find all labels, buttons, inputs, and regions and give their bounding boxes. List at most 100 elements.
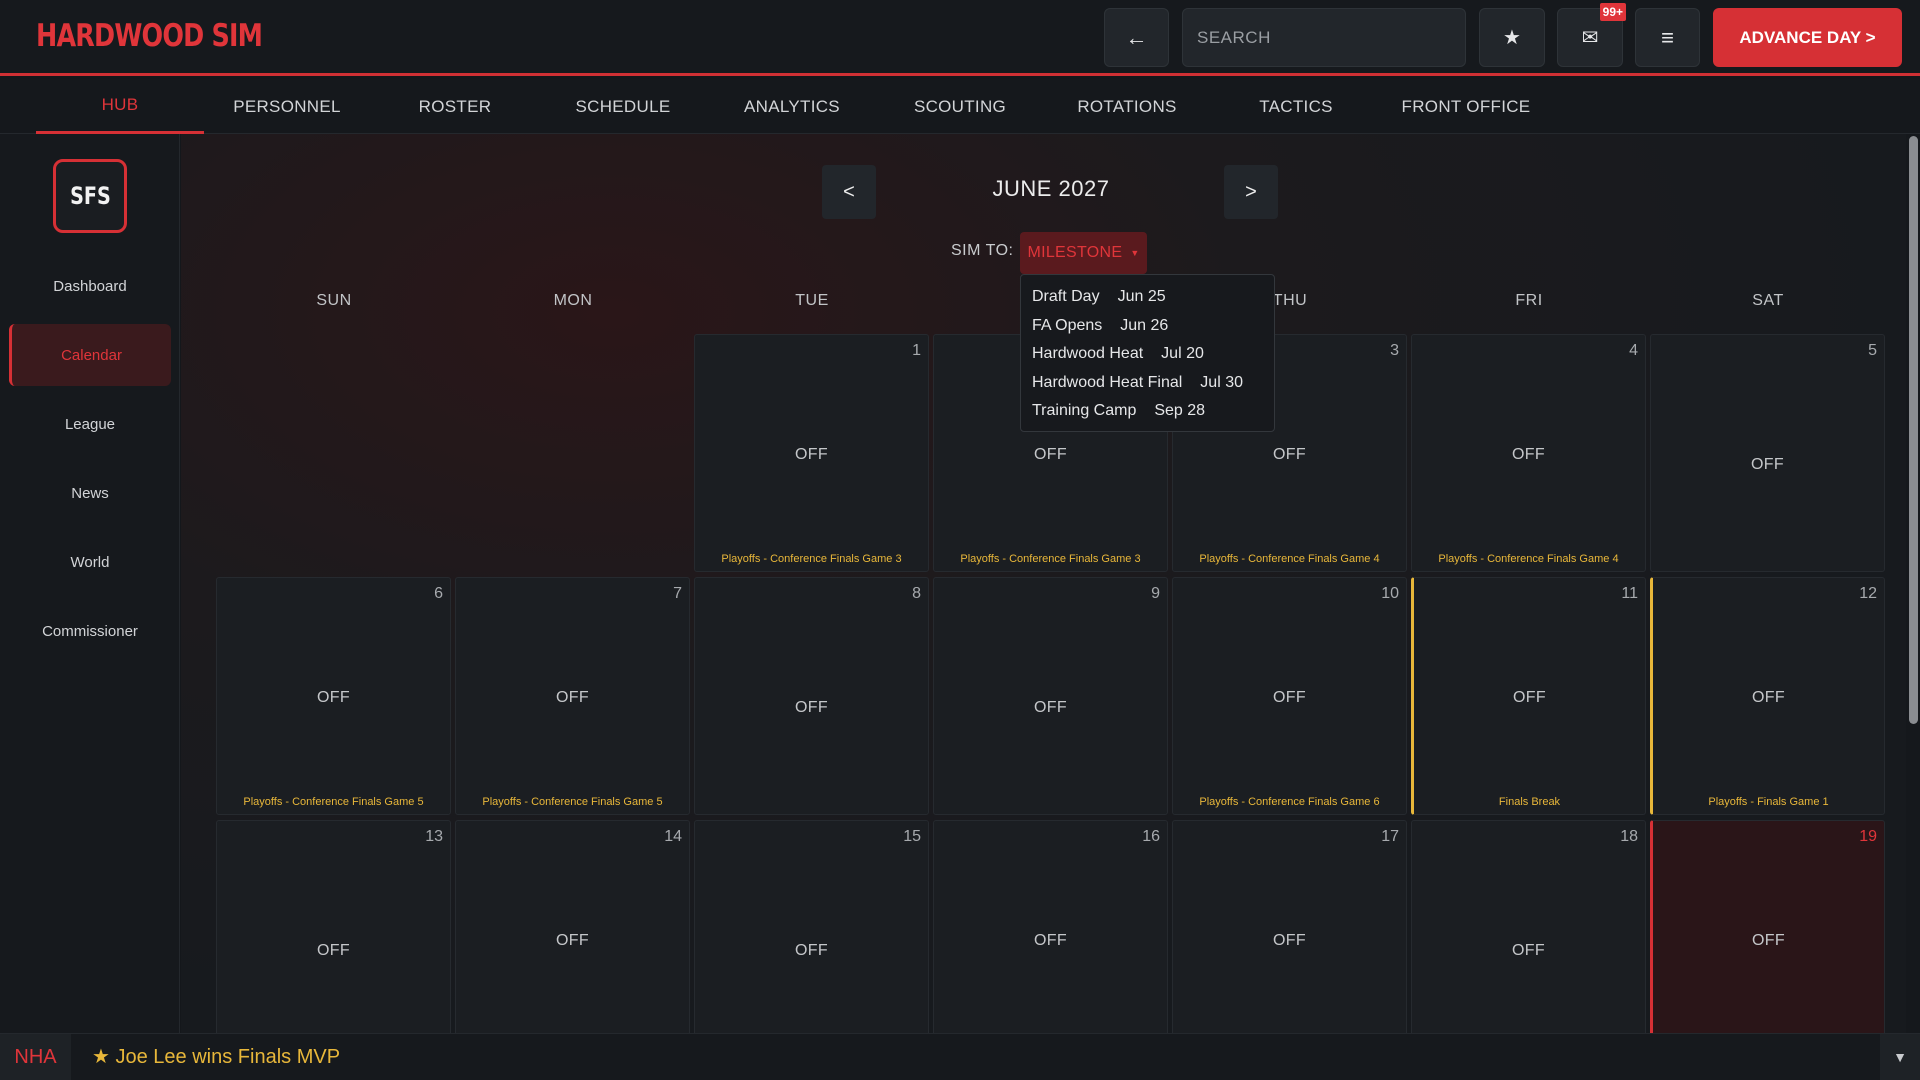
main-nav: HUB PERSONNEL ROSTER SCHEDULE ANALYTICS …: [0, 79, 1920, 134]
day-status: OFF: [1273, 689, 1306, 706]
calendar-day[interactable]: 7 OFF Playoffs - Conference Finals Game …: [455, 577, 690, 815]
milestone-option[interactable]: Draft Day Jun 25: [1032, 283, 1263, 312]
day-status: OFF: [317, 689, 350, 706]
calendar-day[interactable]: 16 OFF: [933, 820, 1168, 1033]
tab-tactics[interactable]: TACTICS: [1218, 79, 1374, 134]
next-month-button[interactable]: >: [1224, 165, 1278, 219]
milestone-name: Hardwood Heat Final: [1032, 373, 1183, 391]
tab-roster[interactable]: ROSTER: [370, 79, 540, 134]
milestone-option[interactable]: Hardwood Heat Final Jul 30: [1032, 369, 1263, 398]
search-placeholder: SEARCH: [1197, 27, 1271, 47]
top-bar: HARDWOOD SIM ← SEARCH ★ ✉ 99+ ≡ ADVANCE …: [0, 0, 1920, 76]
weekday-header-sat: SAT: [1752, 292, 1784, 309]
search-input[interactable]: SEARCH: [1182, 8, 1466, 67]
calendar-day[interactable]: 4 OFF Playoffs - Conference Finals Game …: [1411, 334, 1646, 572]
day-status: OFF: [1034, 932, 1067, 949]
milestone-option[interactable]: FA Opens Jun 26: [1032, 312, 1263, 341]
day-event: Playoffs - Conference Finals Game 3: [721, 553, 902, 565]
day-number: 13: [425, 828, 443, 845]
day-number: 11: [1621, 585, 1638, 602]
main-scrollbar[interactable]: [1906, 134, 1920, 1033]
day-status: OFF: [556, 689, 589, 706]
tab-front-office[interactable]: FRONT OFFICE: [1382, 79, 1550, 134]
day-number: 18: [1620, 828, 1638, 845]
day-status: OFF: [1752, 932, 1785, 949]
milestone-name: Draft Day: [1032, 288, 1100, 306]
calendar-day[interactable]: 5 OFF: [1650, 334, 1885, 572]
day-number: 14: [664, 828, 682, 845]
tab-hub[interactable]: HUB: [36, 79, 204, 134]
day-event: Playoffs - Conference Finals Game 4: [1199, 553, 1380, 565]
milestone-option[interactable]: Training Camp Sep 28: [1032, 397, 1263, 426]
inbox-button[interactable]: ✉ 99+: [1557, 3, 1626, 67]
milestone-name: Hardwood Heat: [1032, 345, 1144, 363]
calendar-day[interactable]: 1 OFF Playoffs - Conference Finals Game …: [694, 334, 929, 572]
day-event: Playoffs - Finals Game 1: [1708, 796, 1829, 808]
sidebar: SFS Dashboard Calendar League News World…: [0, 134, 180, 1033]
calendar-day[interactable]: 12 OFF Playoffs - Finals Game 1: [1650, 577, 1885, 815]
ticker-headline[interactable]: ★ Joe Lee wins Finals MVP: [92, 1044, 340, 1069]
favorites-button[interactable]: ★: [1479, 8, 1545, 67]
sidebar-item-world[interactable]: World: [9, 531, 171, 593]
day-status: OFF: [795, 446, 828, 463]
app-logo[interactable]: HARDWOOD SIM: [36, 18, 263, 54]
day-event: Playoffs - Conference Finals Game 5: [243, 796, 424, 808]
day-number: 4: [1629, 342, 1638, 359]
sidebar-item-calendar[interactable]: Calendar: [9, 324, 171, 386]
tab-scouting[interactable]: SCOUTING: [884, 79, 1036, 134]
calendar-day[interactable]: 11 OFF Finals Break: [1411, 577, 1646, 815]
calendar-day[interactable]: 8 OFF: [694, 577, 929, 815]
sidebar-item-league[interactable]: League: [9, 393, 171, 455]
team-logo[interactable]: SFS: [53, 159, 127, 233]
sidebar-item-news[interactable]: News: [9, 462, 171, 524]
prev-month-button[interactable]: <: [822, 165, 876, 219]
day-status: OFF: [1034, 699, 1067, 716]
day-number: 3: [1390, 342, 1399, 359]
day-status: OFF: [1512, 942, 1545, 959]
chevron-down-icon: ▼: [1893, 1049, 1907, 1065]
calendar-day[interactable]: 17 OFF: [1172, 820, 1407, 1033]
day-number: 7: [673, 585, 682, 602]
day-number: 12: [1859, 585, 1877, 602]
month-title: JUNE 2027: [992, 176, 1110, 201]
calendar-day[interactable]: 18 OFF: [1411, 820, 1646, 1033]
calendar-day[interactable]: 9 OFF: [933, 577, 1168, 815]
tab-personnel[interactable]: PERSONNEL: [210, 79, 364, 134]
day-number: 19: [1859, 828, 1877, 845]
caret-down-icon: ▼: [1130, 248, 1140, 258]
weekday-header-tue: TUE: [795, 292, 829, 309]
milestone-date: Jul 30: [1200, 373, 1243, 391]
day-status: OFF: [317, 942, 350, 959]
sidebar-item-commissioner[interactable]: Commissioner: [9, 600, 171, 662]
tab-analytics[interactable]: ANALYTICS: [708, 79, 876, 134]
day-status: OFF: [1273, 446, 1306, 463]
scrollbar-thumb[interactable]: [1909, 136, 1918, 724]
milestone-date: Jun 26: [1120, 316, 1169, 334]
sim-to-select[interactable]: MILESTONE ▼: [1020, 232, 1147, 274]
tab-schedule[interactable]: SCHEDULE: [548, 79, 698, 134]
day-number: 10: [1381, 585, 1399, 602]
calendar-day[interactable]: 13 OFF: [216, 820, 451, 1033]
unread-badge: 99+: [1599, 3, 1626, 21]
calendar-day-today[interactable]: 19 OFF: [1650, 820, 1885, 1033]
calendar-day[interactable]: 6 OFF Playoffs - Conference Finals Game …: [216, 577, 451, 815]
league-tag[interactable]: NHA: [0, 1034, 71, 1080]
calendar-day[interactable]: 15 OFF: [694, 820, 929, 1033]
milestone-option[interactable]: Hardwood Heat Jul 20: [1032, 340, 1263, 369]
day-status: OFF: [795, 699, 828, 716]
calendar-day[interactable]: 10 OFF Playoffs - Conference Finals Game…: [1172, 577, 1407, 815]
back-button[interactable]: ←: [1104, 8, 1169, 67]
advance-day-button[interactable]: ADVANCE DAY >: [1713, 8, 1902, 67]
day-status: OFF: [1273, 932, 1306, 949]
day-event: Playoffs - Conference Finals Game 5: [482, 796, 663, 808]
sidebar-item-dashboard[interactable]: Dashboard: [9, 255, 171, 317]
day-number: 5: [1868, 342, 1877, 359]
calendar-panel: < JUNE 2027 > SIM TO: MILESTONE ▼ Draft …: [181, 134, 1906, 1033]
calendar-day[interactable]: 14 OFF: [455, 820, 690, 1033]
day-number: 17: [1381, 828, 1399, 845]
menu-button[interactable]: ≡: [1635, 8, 1700, 67]
tab-rotations[interactable]: ROTATIONS: [1044, 79, 1210, 134]
day-status: OFF: [1751, 456, 1784, 473]
ticker-toggle-button[interactable]: ▼: [1880, 1034, 1920, 1080]
day-number: 15: [903, 828, 921, 845]
